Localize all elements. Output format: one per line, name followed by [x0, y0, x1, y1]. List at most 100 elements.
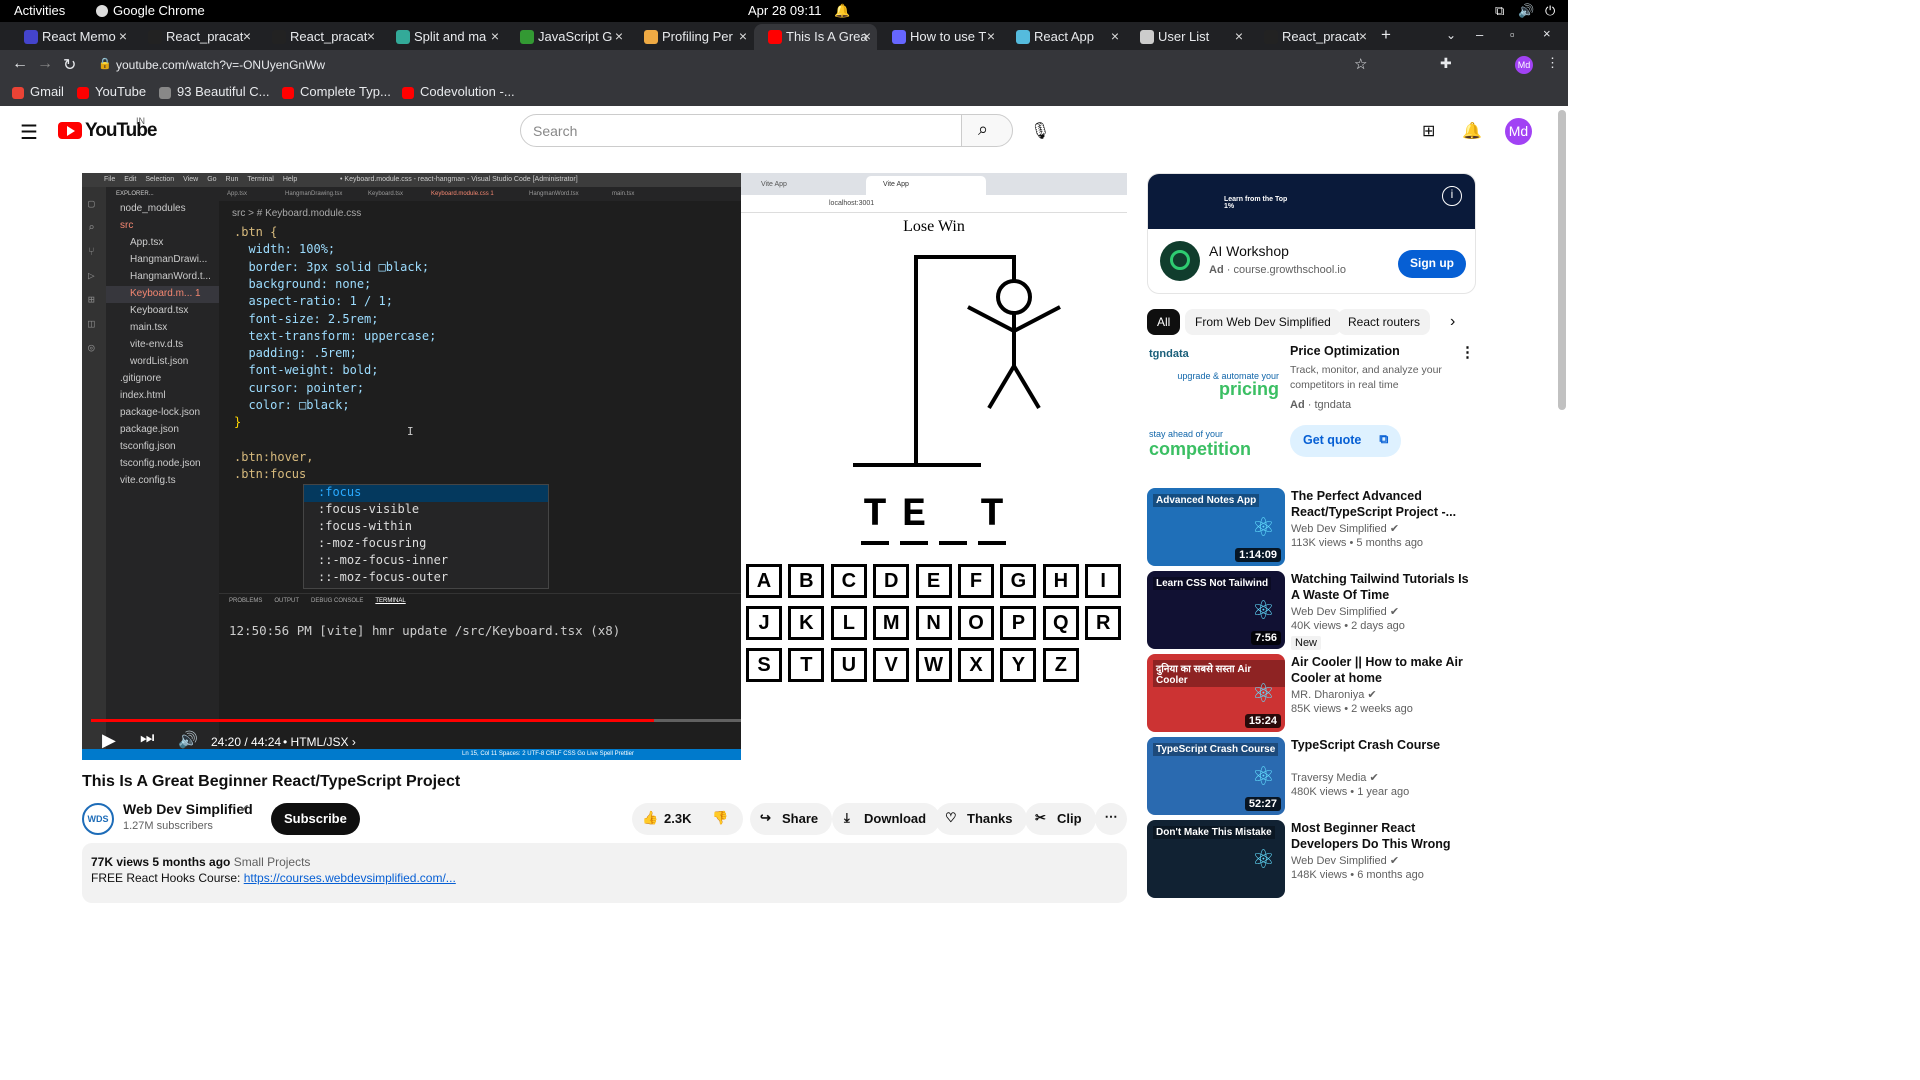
- channel-name[interactable]: Web Dev Simplified ✔: [1291, 522, 1399, 535]
- browser-tab[interactable]: User List ×: [1126, 24, 1249, 50]
- thanks-button[interactable]: ♡ Thanks: [935, 803, 1027, 835]
- key-e[interactable]: E: [915, 564, 952, 598]
- minimize-icon[interactable]: –: [1476, 27, 1483, 42]
- channel-name[interactable]: Web Dev Simplified ✔: [1291, 605, 1399, 618]
- bookmark-item[interactable]: Complete Typ...: [300, 84, 391, 99]
- key-u[interactable]: U: [830, 648, 867, 682]
- browser-tab[interactable]: React_pracat ×: [1250, 24, 1373, 50]
- key-r[interactable]: R: [1085, 606, 1122, 640]
- back-icon[interactable]: ←: [12, 55, 28, 73]
- tab-close-icon[interactable]: ×: [367, 28, 375, 44]
- tab-search-icon[interactable]: ⌄: [1446, 28, 1456, 42]
- key-a[interactable]: A: [746, 564, 782, 598]
- app-name[interactable]: Google Chrome: [113, 3, 205, 18]
- key-g[interactable]: G: [1000, 564, 1037, 598]
- hamburger-menu-icon[interactable]: ☰: [20, 120, 38, 145]
- tab-close-icon[interactable]: ×: [119, 28, 127, 44]
- account-avatar[interactable]: Md: [1505, 118, 1532, 145]
- miniplayer-icon[interactable]: ⧉: [1010, 730, 1021, 748]
- key-t[interactable]: T: [788, 648, 825, 682]
- channel-name[interactable]: Traversy Media ✔: [1291, 771, 1379, 784]
- new-tab-icon[interactable]: +: [1381, 25, 1391, 45]
- youtube-logo-icon[interactable]: [58, 122, 82, 139]
- tab-close-icon[interactable]: ×: [1111, 28, 1119, 44]
- tab-close-icon[interactable]: ×: [1235, 28, 1243, 44]
- description-link[interactable]: https://courses.webdevsimplified.com/...: [244, 871, 456, 885]
- chip-all[interactable]: All: [1147, 309, 1181, 335]
- ad-card[interactable]: Learn from the Top 1% i AI Workshop Ad ·…: [1147, 173, 1476, 294]
- browser-tab[interactable]: Profiling Per ×: [630, 24, 753, 50]
- progress-track[interactable]: [91, 719, 1118, 722]
- key-s[interactable]: S: [746, 648, 782, 682]
- tab-close-icon[interactable]: ×: [863, 28, 871, 44]
- browser-tab[interactable]: JavaScript G ×: [506, 24, 629, 50]
- info-icon[interactable]: i: [1442, 186, 1462, 206]
- key-j[interactable]: J: [746, 606, 782, 640]
- search-button[interactable]: ⌕: [961, 114, 1013, 147]
- activities-button[interactable]: Activities: [14, 3, 65, 18]
- ad-signup-button[interactable]: Sign up: [1398, 250, 1466, 278]
- more-actions-button[interactable]: ⋯: [1095, 803, 1127, 835]
- browser-tab[interactable]: React App ×: [1002, 24, 1125, 50]
- video-title[interactable]: TypeScript Crash Course: [1291, 737, 1471, 753]
- key-p[interactable]: P: [1000, 606, 1037, 640]
- bookmark-star-icon[interactable]: ☆: [1354, 55, 1367, 73]
- tab-close-icon[interactable]: ×: [491, 28, 499, 44]
- key-o[interactable]: O: [958, 606, 994, 640]
- autoplay-toggle-icon[interactable]: ⏸: [888, 732, 895, 749]
- chapter-label[interactable]: • HTML/JSX ›: [283, 735, 356, 749]
- key-q[interactable]: Q: [1042, 606, 1079, 640]
- share-button[interactable]: ↪ Share: [750, 803, 833, 835]
- channel-avatar[interactable]: WDS: [82, 803, 114, 835]
- volume-icon[interactable]: 🔊: [178, 730, 198, 750]
- key-m[interactable]: M: [873, 606, 910, 640]
- close-window-icon[interactable]: ×: [1543, 26, 1551, 41]
- video-tag[interactable]: Small Projects: [234, 855, 311, 869]
- key-z[interactable]: Z: [1042, 648, 1079, 682]
- fullscreen-icon[interactable]: ⛶: [1088, 729, 1099, 747]
- bookmark-item[interactable]: Gmail: [30, 84, 64, 99]
- subscribe-button[interactable]: Subscribe: [271, 803, 360, 835]
- chrome-menu-icon[interactable]: ⋮: [1546, 55, 1559, 71]
- download-button[interactable]: ⤓ Download: [832, 803, 941, 835]
- ad2-title[interactable]: Price Optimization: [1290, 344, 1400, 358]
- profile-avatar[interactable]: Md: [1515, 56, 1533, 74]
- video-title[interactable]: Air Cooler || How to make Air Cooler at …: [1291, 654, 1471, 686]
- clock[interactable]: Apr 28 09:11: [748, 3, 821, 18]
- browser-tab[interactable]: Split and ma ×: [382, 24, 505, 50]
- forward-icon[interactable]: →: [37, 55, 53, 73]
- subtitles-icon[interactable]: ▤: [932, 731, 946, 749]
- recommended-video[interactable]: Learn CSS Not Tailwind ⚛ 7:56 Watching Tail…: [1147, 571, 1482, 651]
- thumbs-down-icon[interactable]: 👎: [712, 810, 728, 826]
- key-k[interactable]: K: [788, 606, 825, 640]
- description-box[interactable]: 77K views 5 months ago Small Projects FR…: [82, 843, 1127, 903]
- key-l[interactable]: L: [830, 606, 867, 640]
- tab-close-icon[interactable]: ×: [739, 28, 747, 44]
- recommended-video[interactable]: दुनिया का सबसे सस्ता Air Cooler ⚛ 15:24 Air…: [1147, 654, 1482, 734]
- browser-tab[interactable]: React Memo ×: [10, 24, 133, 50]
- power-icon[interactable]: ⏻: [1545, 3, 1555, 19]
- chip-next-icon[interactable]: ›: [1450, 313, 1455, 331]
- tab-close-icon[interactable]: ×: [615, 28, 623, 44]
- key-y[interactable]: Y: [1000, 648, 1037, 682]
- recommended-video[interactable]: Don't Make This Mistake ⚛ Most Beginner Re…: [1147, 820, 1482, 900]
- video-thumbnail[interactable]: दुनिया का सबसे सस्ता Air Cooler ⚛ 15:24: [1147, 654, 1285, 732]
- video-thumbnail[interactable]: Don't Make This Mistake ⚛: [1147, 820, 1285, 898]
- search-input[interactable]: Search: [520, 114, 962, 147]
- theater-mode-icon[interactable]: ▭: [1048, 730, 1063, 750]
- ad2-get-quote-button[interactable]: Get quote ⧉: [1290, 425, 1402, 457]
- key-n[interactable]: N: [915, 606, 952, 640]
- channel-name[interactable]: Web Dev Simplified: [123, 801, 253, 817]
- key-c[interactable]: C: [830, 564, 867, 598]
- reload-icon[interactable]: ↻: [63, 55, 76, 75]
- play-icon[interactable]: ▶: [102, 730, 116, 751]
- video-thumbnail[interactable]: Learn CSS Not Tailwind ⚛ 7:56: [1147, 571, 1285, 649]
- browser-tab[interactable]: React_pracat ×: [258, 24, 381, 50]
- volume-icon[interactable]: 🔊: [1518, 3, 1534, 19]
- create-icon[interactable]: ⊞: [1422, 121, 1435, 141]
- youtube-logo[interactable]: YouTube: [85, 120, 157, 142]
- next-icon[interactable]: ⏭: [140, 730, 154, 748]
- browser-tab[interactable]: React_pracat ×: [134, 24, 257, 50]
- key-d[interactable]: D: [873, 564, 910, 598]
- video-thumbnail[interactable]: Advanced Notes App ⚛ 1:14:09: [1147, 488, 1285, 566]
